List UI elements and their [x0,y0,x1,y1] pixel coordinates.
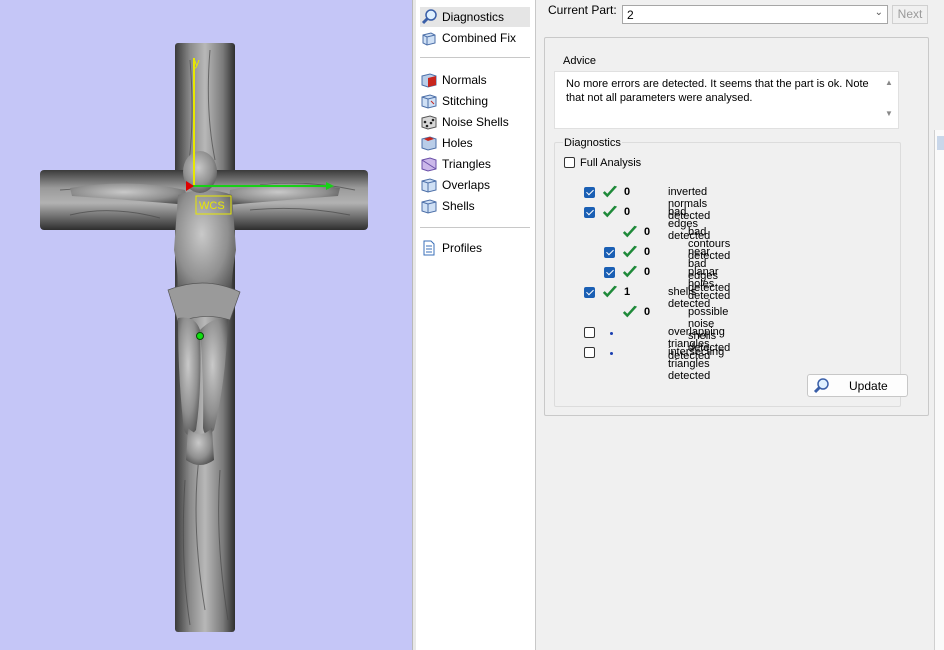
row-count: 0 [624,206,631,218]
tool-label: Shells [442,199,475,213]
document-icon [420,239,438,257]
chevron-down-icon: ⌄ [874,7,883,18]
tool-label: Triangles [442,157,491,171]
row-count: 0 [644,266,651,278]
tool-label: Holes [442,136,473,150]
holes-cube-icon [420,134,438,152]
current-part-label: Current Part: [548,3,617,17]
magnifier-icon [420,8,438,26]
tool-list: Diagnostics Combined Fix Normals Stitchi… [416,0,536,650]
tool-label: Noise Shells [442,115,509,129]
diagnostics-panel: Current Part: 2 ⌄ Next Advice No more er… [536,0,944,650]
tool-diagnostics[interactable]: Diagnostics [420,7,530,27]
advice-title: Advice [563,55,597,67]
tool-label: Combined Fix [442,31,517,45]
check-icon [622,265,638,278]
tool-label: Overlaps [442,178,491,192]
tool-label: Normals [442,73,487,87]
tool-separator [420,57,530,58]
y-axis-label: y [194,57,200,69]
magnifier-icon [812,377,830,398]
check-icon [602,185,618,198]
tool-combined-fix[interactable]: Combined Fix [420,28,530,48]
full-analysis-label: Full Analysis [580,157,642,169]
check-icon [622,305,638,318]
row-count: 1 [624,286,631,298]
shells-cube-icon [420,197,438,215]
crucifix-model: y WCS [40,43,368,632]
row-label: intersecting triangles detected [668,346,725,382]
row-checkbox[interactable] [604,267,615,278]
row-checkbox[interactable] [584,187,595,198]
status-dot-icon [610,332,613,335]
cube-icon [420,29,438,47]
wcs-label: WCS [199,200,225,212]
tool-normals[interactable]: Normals [420,70,530,90]
tool-separator [420,227,530,228]
row-count: 0 [624,186,631,198]
row-checkbox[interactable] [604,247,615,258]
tool-shells[interactable]: Shells [420,196,530,216]
scroll-down-icon[interactable]: ▼ [885,109,893,118]
row-checkbox[interactable] [584,327,595,338]
status-dot-icon [610,352,613,355]
side-tab[interactable] [937,136,944,150]
current-part-select[interactable]: 2 ⌄ [622,5,888,24]
check-icon [622,245,638,258]
tool-stitching[interactable]: Stitching [420,91,530,111]
side-scrollbar[interactable] [934,130,944,650]
check-icon [622,225,638,238]
row-checkbox[interactable] [584,287,595,298]
row-checkbox[interactable] [584,347,595,358]
overlaps-cube-icon [420,176,438,194]
stitching-cube-icon [420,92,438,110]
update-button[interactable]: Update [807,374,908,397]
update-label: Update [849,379,888,393]
current-part-value: 2 [627,8,634,22]
advice-textbox[interactable]: No more errors are detected. It seems th… [554,71,899,129]
advice-scrollbar[interactable]: ▲ ▼ [881,72,898,128]
triangles-cube-icon [420,155,438,173]
3d-viewport[interactable]: y WCS [0,0,412,650]
diagnostics-title: Diagnostics [563,137,622,149]
tool-label: Profiles [442,241,483,255]
tool-label: Stitching [442,94,489,108]
row-count: 0 [644,226,651,238]
tool-holes[interactable]: Holes [420,133,530,153]
pivot-point [196,332,204,340]
tool-noise-shells[interactable]: Noise Shells [420,112,530,132]
tool-overlaps[interactable]: Overlaps [420,175,530,195]
advice-text: No more errors are detected. It seems th… [566,78,869,104]
check-icon [602,285,618,298]
row-count: 0 [644,246,651,258]
scroll-up-icon[interactable]: ▲ [885,78,893,87]
row-count: 0 [644,306,651,318]
tool-label: Diagnostics [442,10,505,24]
full-analysis-checkbox[interactable] [564,157,575,168]
next-button[interactable]: Next [892,5,928,24]
noise-shells-cube-icon [420,113,438,131]
tool-triangles[interactable]: Triangles [420,154,530,174]
tool-profiles[interactable]: Profiles [420,238,530,258]
normals-cube-icon [420,71,438,89]
row-checkbox[interactable] [584,207,595,218]
check-icon [602,205,618,218]
